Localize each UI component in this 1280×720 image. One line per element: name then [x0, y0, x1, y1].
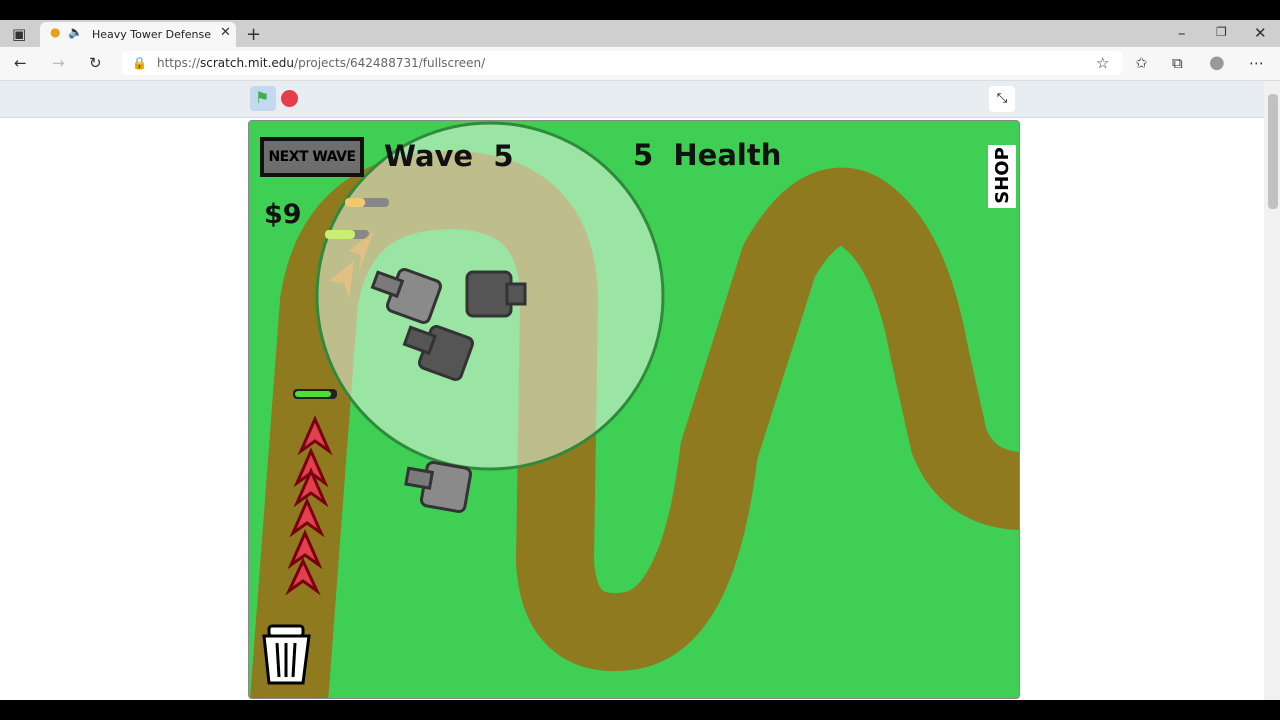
- stop-button[interactable]: [281, 90, 298, 107]
- forward-icon[interactable]: →: [52, 54, 65, 72]
- scrollbar-thumb[interactable]: [1268, 94, 1278, 209]
- game-map: [250, 121, 1019, 698]
- minimize-icon[interactable]: –: [1178, 24, 1186, 42]
- lock-icon[interactable]: 🔒: [132, 51, 147, 75]
- favorites-icon[interactable]: ✩: [1135, 54, 1148, 72]
- add-favorite-icon[interactable]: ☆: [1096, 54, 1109, 72]
- scratch-favicon-icon: ●: [50, 25, 61, 39]
- health-display: 5 Health: [633, 138, 782, 172]
- new-tab-icon[interactable]: +: [246, 24, 261, 45]
- close-tab-icon[interactable]: ✕: [220, 25, 231, 40]
- url-field[interactable]: 🔒 https://scratch.mit.edu/projects/64248…: [122, 51, 1122, 75]
- wave-display: Wave 5: [384, 139, 514, 173]
- exit-fullscreen-button[interactable]: ⤡: [989, 86, 1015, 112]
- tower: [404, 460, 473, 514]
- shop-button[interactable]: SHOP: [988, 145, 1016, 208]
- more-icon[interactable]: ⋯: [1249, 54, 1264, 72]
- top-bar: [0, 0, 1280, 20]
- tab-active[interactable]: ● 🔈 Heavy Tower Defense | #games ✕: [40, 22, 236, 47]
- profile-avatar[interactable]: ●: [1209, 52, 1225, 73]
- bottom-bar: [0, 700, 1280, 720]
- collections-icon[interactable]: ⧉: [1172, 54, 1183, 72]
- refresh-icon[interactable]: ↻: [89, 54, 102, 72]
- trash-can-icon: [262, 624, 311, 685]
- tab-actions-icon[interactable]: ▣: [12, 25, 26, 43]
- next-wave-button[interactable]: NEXT WAVE: [260, 137, 364, 177]
- scratch-controls: ⚑ ⤡: [0, 81, 1264, 118]
- green-flag-icon: ⚑: [255, 88, 270, 107]
- tab-title: Heavy Tower Defense | #games: [92, 28, 214, 41]
- back-icon[interactable]: ←: [14, 54, 27, 72]
- close-window-icon[interactable]: ✕: [1254, 24, 1267, 42]
- green-flag-button[interactable]: ⚑: [250, 86, 276, 111]
- money-display: $9: [264, 199, 302, 230]
- game-stage[interactable]: NEXT WAVE Wave 5 5 Health $9 SHOP: [248, 120, 1020, 699]
- url-text: https://scratch.mit.edu/projects/6424887…: [157, 56, 486, 70]
- restore-icon[interactable]: ❐: [1216, 25, 1227, 39]
- speaker-icon[interactable]: 🔈: [68, 25, 83, 39]
